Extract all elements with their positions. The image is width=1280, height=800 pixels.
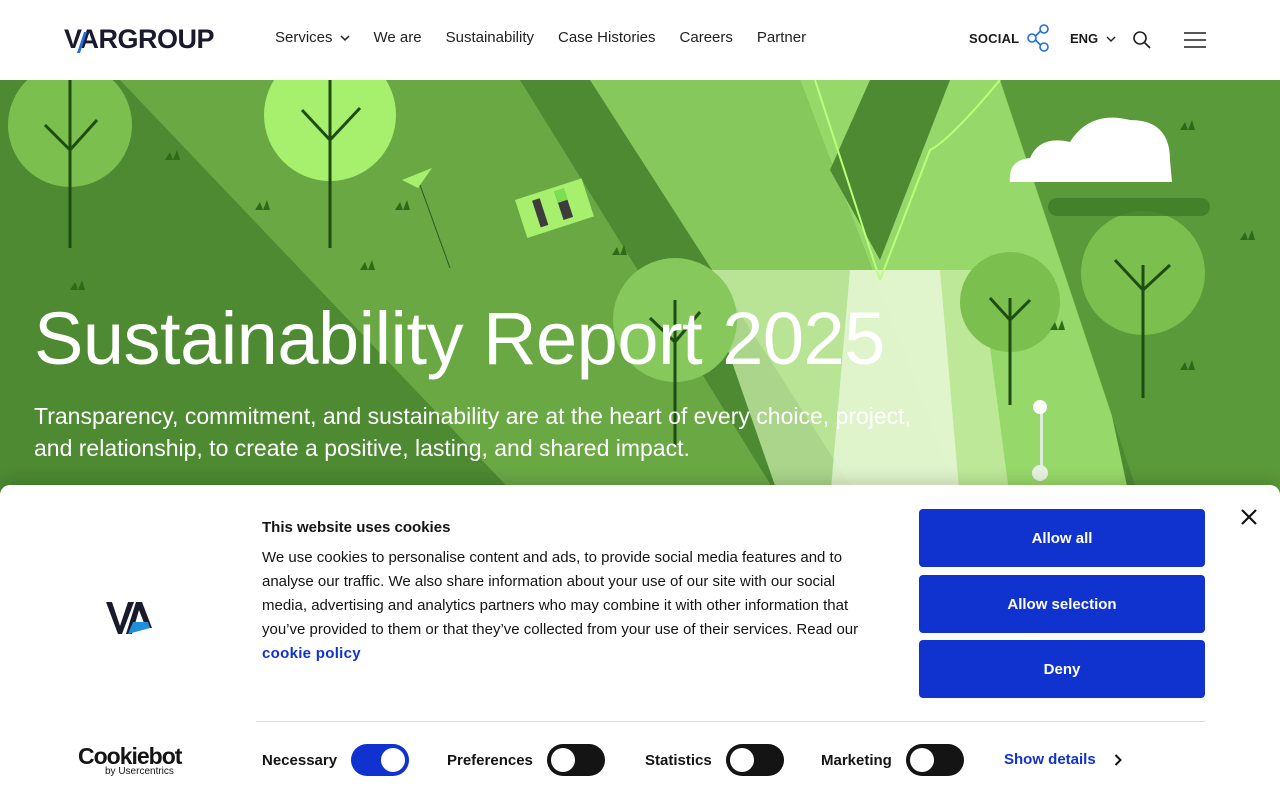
toggle-preferences: Preferences xyxy=(447,744,605,776)
allow-all-button[interactable]: Allow all xyxy=(919,509,1205,567)
toggle-label: Necessary xyxy=(262,751,338,769)
nav-item-we-are[interactable]: We are xyxy=(374,29,422,46)
search-icon[interactable] xyxy=(1132,30,1152,50)
toggle-marketing: Marketing xyxy=(821,744,964,776)
toggle-knob xyxy=(909,748,934,772)
marketing-toggle[interactable] xyxy=(905,744,964,776)
nav-item-careers[interactable]: Careers xyxy=(680,29,733,46)
language-label: ENG xyxy=(1070,31,1099,46)
show-details-link[interactable]: Show details xyxy=(1004,751,1122,768)
toggle-label: Statistics xyxy=(645,751,712,769)
cookie-banner-divider xyxy=(256,721,1205,722)
nav-item-label: Case Histories xyxy=(558,29,656,46)
chevron-down-icon xyxy=(1106,36,1116,42)
deny-button[interactable]: Deny xyxy=(919,640,1205,698)
nav-item-label: Services xyxy=(275,29,333,46)
nav-item-services[interactable]: Services xyxy=(275,29,350,46)
social-button[interactable]: SOCIAL xyxy=(969,24,1051,52)
cookiebot-logo[interactable]: Cookiebot by Usercentrics xyxy=(78,744,182,777)
nav-item-partner[interactable]: Partner xyxy=(757,29,806,46)
toggle-knob xyxy=(729,748,754,772)
toggle-label: Preferences xyxy=(447,751,533,769)
cookie-banner-body: We use cookies to personalise content an… xyxy=(262,549,859,638)
nav-item-label: We are xyxy=(373,29,422,46)
cookie-banner-title: This website uses cookies xyxy=(262,519,451,536)
toggle-statistics: Statistics xyxy=(645,744,784,776)
main-nav: Services We are Sustainability Case Hist… xyxy=(275,29,830,46)
vargroup-logo[interactable]: VARGROUP xyxy=(64,22,224,54)
toggle-label: Marketing xyxy=(821,751,892,769)
language-selector[interactable]: ENG xyxy=(1070,31,1116,46)
share-network-icon xyxy=(1027,24,1050,52)
hamburger-menu-icon[interactable] xyxy=(1184,31,1206,49)
cookiebot-brand: Cookiebot xyxy=(78,743,182,769)
cookiebot-brand-sub: by Usercentrics xyxy=(105,766,174,777)
nav-item-label: Sustainability xyxy=(445,29,534,46)
toggle-knob xyxy=(550,748,575,772)
cookie-banner: This website uses cookies We use cookies… xyxy=(0,485,1280,800)
hero-title: Sustainability Report 2025 xyxy=(34,297,885,380)
preferences-toggle[interactable] xyxy=(546,744,605,776)
social-label: SOCIAL xyxy=(969,30,1020,46)
toggle-necessary: Necessary xyxy=(262,744,410,776)
hero-section: Sustainability Report 2025 Transparency,… xyxy=(0,80,1280,500)
cookie-policy-link[interactable]: cookie policy xyxy=(262,645,361,662)
site-header: VARGROUP Services We are Sustainability … xyxy=(0,0,1280,80)
close-icon[interactable] xyxy=(1240,508,1258,526)
necessary-toggle[interactable] xyxy=(351,744,410,776)
svg-text:VARGROUP: VARGROUP xyxy=(64,24,215,54)
allow-selection-button[interactable]: Allow selection xyxy=(919,575,1205,633)
chevron-down-icon xyxy=(340,34,350,41)
hero-subtitle: Transparency, commitment, and sustainabi… xyxy=(34,403,911,461)
nav-item-label: Partner xyxy=(756,29,807,46)
chevron-right-icon xyxy=(1114,753,1122,766)
show-details-label: Show details xyxy=(1004,751,1096,768)
nav-item-sustainability[interactable]: Sustainability xyxy=(446,29,534,46)
toggle-knob xyxy=(381,748,406,772)
statistics-toggle[interactable] xyxy=(725,744,784,776)
va-logo-icon xyxy=(106,602,152,634)
cookie-banner-text: We use cookies to personalise content an… xyxy=(262,546,882,666)
nav-item-label: Careers xyxy=(679,29,733,46)
nav-item-case-histories[interactable]: Case Histories xyxy=(558,29,656,46)
